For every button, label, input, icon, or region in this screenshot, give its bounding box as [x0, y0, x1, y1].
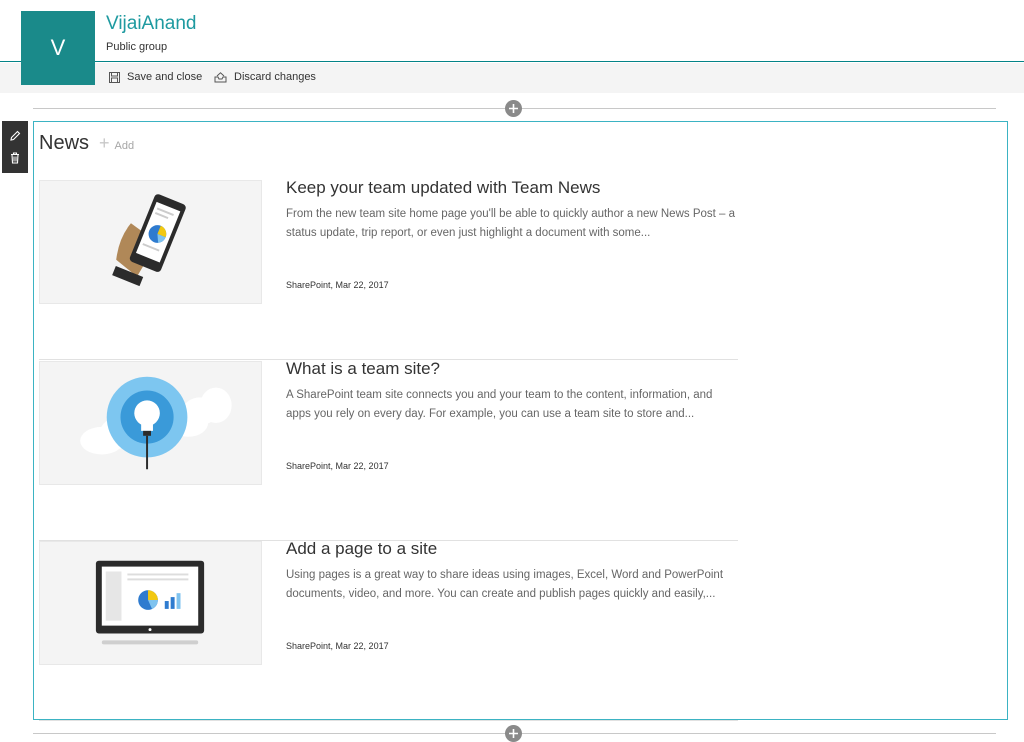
site-logo[interactable]: V: [21, 11, 95, 85]
news-item-description: From the new team site home page you'll …: [286, 208, 736, 239]
news-item-date: Mar 22, 2017: [335, 461, 389, 471]
plus-icon: [509, 729, 518, 738]
discard-changes-button[interactable]: Discard changes: [214, 71, 316, 83]
news-webpart[interactable]: News + Add Keep your team updated with T…: [33, 121, 1008, 721]
news-item-text: Add a page to a site Using pages is a gr…: [286, 539, 736, 651]
news-item-title[interactable]: Add a page to a site: [286, 539, 736, 559]
add-news-button[interactable]: + Add: [99, 133, 134, 154]
webpart-toolbar: [2, 121, 28, 173]
news-item-date: Mar 22, 2017: [335, 280, 389, 290]
news-item[interactable]: What is a team site? A SharePoint team s…: [39, 359, 738, 541]
phone-chart-illustration-icon: [112, 194, 186, 287]
news-thumbnail[interactable]: [39, 541, 262, 665]
news-item[interactable]: Add a page to a site Using pages is a gr…: [39, 539, 738, 721]
news-item-title[interactable]: Keep your team updated with Team News: [286, 178, 736, 198]
news-item-description: A SharePoint team site connects you and …: [286, 389, 713, 420]
news-item-meta: SharePoint, Mar 22, 2017: [286, 280, 389, 290]
plus-icon: +: [99, 133, 110, 153]
news-item-title[interactable]: What is a team site?: [286, 359, 736, 379]
news-item-text: Keep your team updated with Team News Fr…: [286, 178, 736, 290]
news-item-author: SharePoint: [286, 461, 331, 471]
site-title[interactable]: VijaiAnand: [106, 13, 197, 35]
news-item-meta: SharePoint, Mar 22, 2017: [286, 461, 389, 471]
news-item-author: SharePoint: [286, 280, 331, 290]
save-and-close-button[interactable]: Save and close: [109, 71, 202, 83]
lightbulb-cloud-illustration-icon: [80, 376, 232, 470]
save-and-close-label: Save and close: [127, 71, 203, 83]
news-title: News: [39, 132, 90, 154]
discard-icon: [214, 71, 227, 82]
delete-icon[interactable]: [9, 152, 21, 164]
news-item-author: SharePoint: [286, 641, 331, 651]
discard-changes-label: Discard changes: [234, 71, 316, 83]
save-icon: [109, 71, 120, 83]
news-item[interactable]: Keep your team updated with Team News Fr…: [39, 178, 738, 360]
add-news-label: Add: [114, 140, 135, 152]
news-thumbnail[interactable]: [39, 361, 262, 485]
add-section-button-bottom[interactable]: [505, 725, 522, 742]
news-item-meta: SharePoint, Mar 22, 2017: [286, 641, 389, 651]
news-item-date: Mar 22, 2017: [335, 641, 389, 651]
add-section-button-top[interactable]: [505, 100, 522, 117]
news-item-description: Using pages is a great way to share idea…: [286, 569, 724, 600]
tablet-chart-illustration-icon: [95, 560, 205, 645]
site-header: V VijaiAnand Public group: [0, 0, 1024, 85]
news-thumbnail[interactable]: [39, 180, 262, 304]
command-bar: Save and close Discard changes: [0, 63, 1024, 93]
plus-icon: [509, 104, 518, 113]
news-header: News + Add: [39, 132, 134, 155]
edit-icon[interactable]: [9, 130, 21, 142]
news-item-text: What is a team site? A SharePoint team s…: [286, 359, 736, 471]
site-subtitle: Public group: [106, 41, 168, 53]
